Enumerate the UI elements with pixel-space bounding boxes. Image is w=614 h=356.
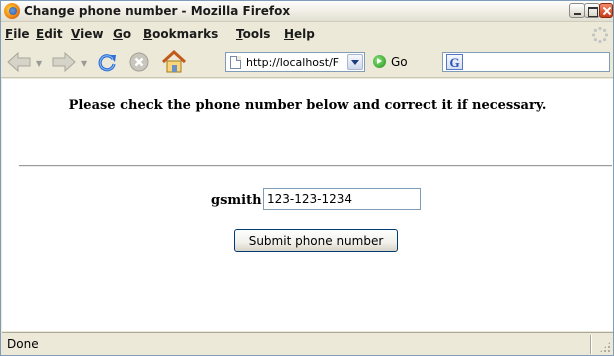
window-title: Change phone number - Mozilla Firefox — [24, 4, 291, 18]
forward-arrow-icon[interactable] — [51, 51, 77, 73]
submit-phone-button[interactable]: Submit phone number — [234, 229, 398, 252]
throbber-icon — [591, 26, 609, 44]
search-engine-icon[interactable]: G — [446, 54, 463, 70]
stop-icon[interactable] — [128, 51, 150, 73]
phone-number-input[interactable] — [263, 188, 421, 210]
resize-grip-icon[interactable] — [599, 341, 611, 353]
url-text[interactable]: http://localhost/F — [246, 56, 346, 69]
search-box[interactable]: G — [442, 52, 610, 72]
status-bar: Done — [2, 332, 613, 355]
menu-tools[interactable]: Tools — [236, 27, 270, 41]
go-label: Go — [391, 55, 408, 69]
go-button[interactable]: Go — [373, 53, 421, 71]
address-bar[interactable]: http://localhost/F — [225, 52, 365, 72]
title-bar: Change phone number - Mozilla Firefox — [1, 1, 613, 22]
url-dropdown-button[interactable] — [347, 54, 363, 70]
back-arrow-icon[interactable] — [6, 51, 32, 73]
menu-bar: File Edit View Go Bookmarks Tools Help — [1, 23, 613, 44]
instruction-text: Please check the phone number below and … — [68, 98, 547, 113]
maximize-button[interactable] — [584, 3, 600, 18]
forward-history-dropdown-icon[interactable]: ▼ — [81, 59, 87, 68]
close-button[interactable] — [599, 3, 613, 18]
menu-edit[interactable]: Edit — [36, 27, 63, 41]
horizontal-rule — [19, 165, 612, 167]
menu-help[interactable]: Help — [284, 27, 315, 41]
page-content: Please check the phone number below and … — [2, 79, 613, 331]
phone-form-row: gsmith — [2, 188, 613, 212]
reload-icon[interactable] — [96, 51, 118, 73]
page-icon — [230, 56, 241, 69]
browser-window: Change phone number - Mozilla Firefox Fi… — [0, 0, 614, 356]
menu-view[interactable]: View — [71, 27, 103, 41]
back-history-dropdown-icon[interactable]: ▼ — [36, 59, 42, 68]
menu-bookmarks[interactable]: Bookmarks — [143, 27, 218, 41]
navigation-toolbar: ▼ ▼ http://localhost/F Go G — [1, 44, 613, 78]
minimize-button[interactable] — [569, 3, 585, 18]
menu-file[interactable]: File — [5, 27, 30, 41]
menu-go[interactable]: Go — [113, 27, 131, 41]
home-icon[interactable] — [161, 49, 187, 74]
firefox-logo-icon — [4, 3, 20, 19]
username-label: gsmith — [211, 193, 262, 208]
go-arrow-icon — [373, 55, 386, 68]
status-divider — [590, 335, 592, 354]
status-text: Done — [7, 337, 39, 351]
